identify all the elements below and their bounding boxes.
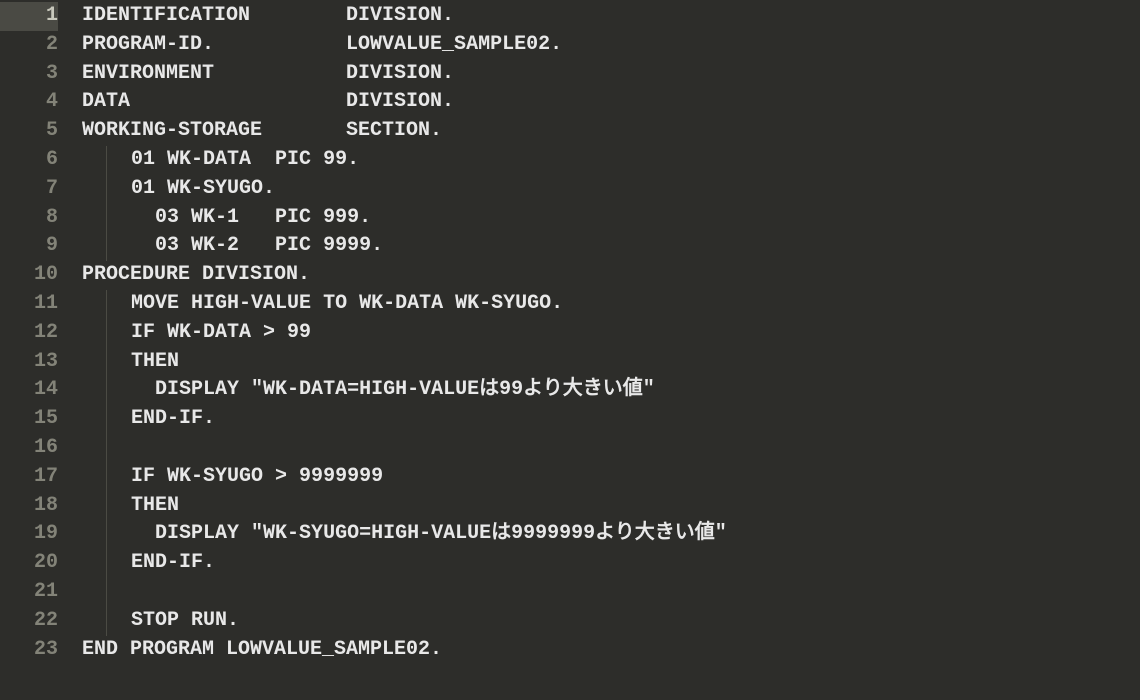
code-text: PROGRAM-ID. LOWVALUE_SAMPLE02. (82, 31, 562, 60)
code-text: PROCEDURE DIVISION. (82, 261, 310, 290)
code-line[interactable]: ENVIRONMENT DIVISION. (82, 60, 1140, 89)
indent-guide (106, 492, 107, 521)
line-number: 15 (0, 405, 58, 434)
code-text: END PROGRAM LOWVALUE_SAMPLE02. (82, 636, 442, 665)
line-number: 6 (0, 146, 58, 175)
line-number: 16 (0, 434, 58, 463)
code-text: DATA DIVISION. (82, 88, 454, 117)
line-number: 5 (0, 117, 58, 146)
code-text: 03 WK-1 PIC 999. (131, 204, 371, 233)
indent-guide (106, 175, 107, 204)
code-text: END-IF. (131, 405, 215, 434)
code-line[interactable] (82, 434, 1140, 463)
code-text: THEN (131, 348, 179, 377)
code-line[interactable]: DISPLAY "WK-SYUGO=HIGH-VALUEは9999999より大き… (82, 520, 1140, 549)
code-text: IDENTIFICATION DIVISION. (82, 2, 454, 31)
code-text: IF WK-DATA > 99 (131, 319, 311, 348)
code-text: WORKING-STORAGE SECTION. (82, 117, 442, 146)
indent-guide (106, 549, 107, 578)
code-text: THEN (131, 492, 179, 521)
code-line[interactable]: THEN (82, 492, 1140, 521)
line-number: 10 (0, 261, 58, 290)
line-number: 22 (0, 607, 58, 636)
code-text: 03 WK-2 PIC 9999. (131, 232, 383, 261)
line-number: 12 (0, 319, 58, 348)
code-line[interactable]: IF WK-SYUGO > 9999999 (82, 463, 1140, 492)
line-number-gutter: 1234567891011121314151617181920212223 (0, 0, 72, 700)
code-line[interactable]: 03 WK-2 PIC 9999. (82, 232, 1140, 261)
code-text: 01 WK-SYUGO. (131, 175, 275, 204)
line-number: 19 (0, 520, 58, 549)
code-line[interactable] (82, 578, 1140, 607)
code-line[interactable]: DATA DIVISION. (82, 88, 1140, 117)
indent-guide (106, 232, 107, 261)
line-number: 11 (0, 290, 58, 319)
line-number: 3 (0, 60, 58, 89)
code-line[interactable]: DISPLAY "WK-DATA=HIGH-VALUEは99より大きい値" (82, 376, 1140, 405)
indent-guide (106, 405, 107, 434)
code-text: DISPLAY "WK-DATA=HIGH-VALUEは99より大きい値" (131, 376, 655, 405)
indent-guide (106, 376, 107, 405)
line-number: 18 (0, 492, 58, 521)
indent-guide (106, 463, 107, 492)
line-number: 13 (0, 348, 58, 377)
code-line[interactable]: PROGRAM-ID. LOWVALUE_SAMPLE02. (82, 31, 1140, 60)
code-line[interactable]: 01 WK-SYUGO. (82, 175, 1140, 204)
indent-guide (106, 319, 107, 348)
code-text: DISPLAY "WK-SYUGO=HIGH-VALUEは9999999より大き… (131, 520, 727, 549)
line-number: 2 (0, 31, 58, 60)
code-line[interactable]: WORKING-STORAGE SECTION. (82, 117, 1140, 146)
line-number: 21 (0, 578, 58, 607)
code-line[interactable]: MOVE HIGH-VALUE TO WK-DATA WK-SYUGO. (82, 290, 1140, 319)
indent-guide (106, 290, 107, 319)
code-line[interactable]: PROCEDURE DIVISION. (82, 261, 1140, 290)
line-number: 23 (0, 636, 58, 665)
line-number: 4 (0, 88, 58, 117)
code-line[interactable]: 01 WK-DATA PIC 99. (82, 146, 1140, 175)
indent-guide (106, 204, 107, 233)
code-line[interactable]: END PROGRAM LOWVALUE_SAMPLE02. (82, 636, 1140, 665)
code-editor[interactable]: 1234567891011121314151617181920212223 ID… (0, 0, 1140, 700)
code-line[interactable]: STOP RUN. (82, 607, 1140, 636)
indent-guide (106, 607, 107, 636)
indent-guide (106, 520, 107, 549)
line-number: 20 (0, 549, 58, 578)
line-number: 17 (0, 463, 58, 492)
code-area[interactable]: IDENTIFICATION DIVISION.PROGRAM-ID. LOWV… (72, 0, 1140, 700)
indent-guide (106, 434, 107, 463)
indent-guide (106, 578, 107, 607)
line-number: 9 (0, 232, 58, 261)
code-text: ENVIRONMENT DIVISION. (82, 60, 454, 89)
line-number: 14 (0, 376, 58, 405)
code-line[interactable]: IDENTIFICATION DIVISION. (82, 2, 1140, 31)
indent-guide (106, 146, 107, 175)
line-number: 1 (0, 2, 58, 31)
line-number: 7 (0, 175, 58, 204)
line-number: 8 (0, 204, 58, 233)
code-line[interactable]: END-IF. (82, 549, 1140, 578)
code-text: STOP RUN. (131, 607, 239, 636)
code-text: IF WK-SYUGO > 9999999 (131, 463, 383, 492)
code-line[interactable]: 03 WK-1 PIC 999. (82, 204, 1140, 233)
code-line[interactable]: END-IF. (82, 405, 1140, 434)
code-line[interactable]: IF WK-DATA > 99 (82, 319, 1140, 348)
indent-guide (106, 348, 107, 377)
code-text: 01 WK-DATA PIC 99. (131, 146, 359, 175)
code-text: END-IF. (131, 549, 215, 578)
code-line[interactable]: THEN (82, 348, 1140, 377)
code-text: MOVE HIGH-VALUE TO WK-DATA WK-SYUGO. (131, 290, 563, 319)
